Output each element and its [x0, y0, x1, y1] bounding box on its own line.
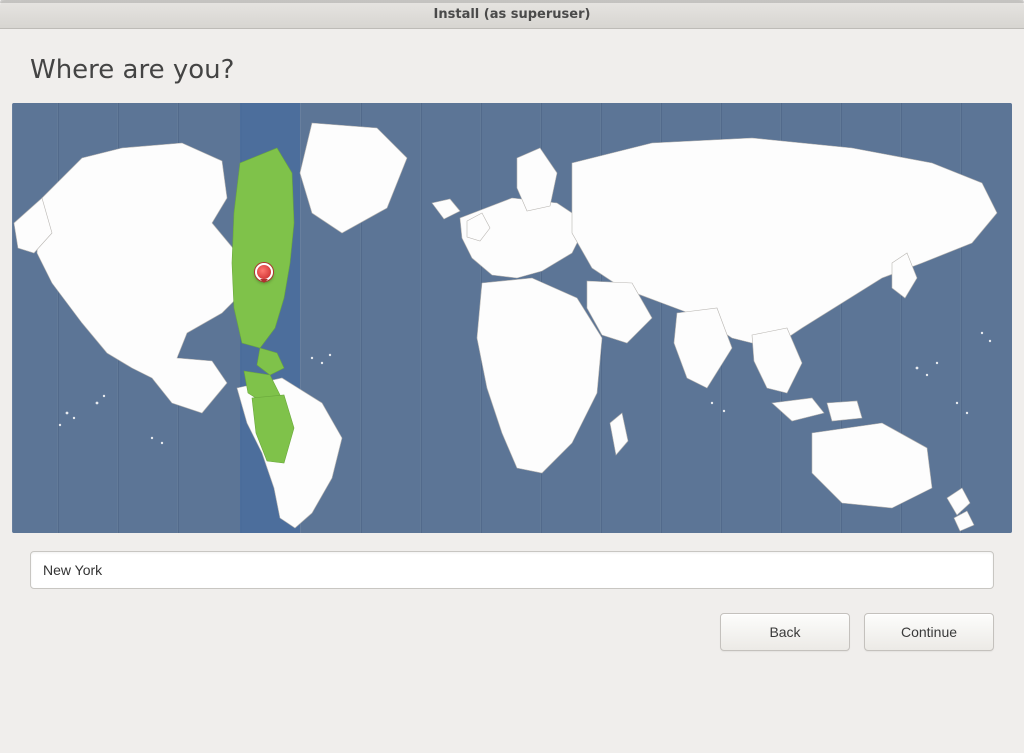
window-titlebar: Install (as superuser)	[0, 0, 1024, 29]
timezone-map[interactable]	[12, 103, 1012, 533]
back-button[interactable]: Back	[720, 613, 850, 651]
page-heading: Where are you?	[30, 55, 1024, 85]
location-pin-icon	[255, 263, 273, 281]
continue-button[interactable]: Continue	[864, 613, 994, 651]
timezone-input[interactable]	[30, 551, 994, 589]
window-title: Install (as superuser)	[434, 7, 591, 22]
world-map-svg	[12, 103, 1012, 533]
